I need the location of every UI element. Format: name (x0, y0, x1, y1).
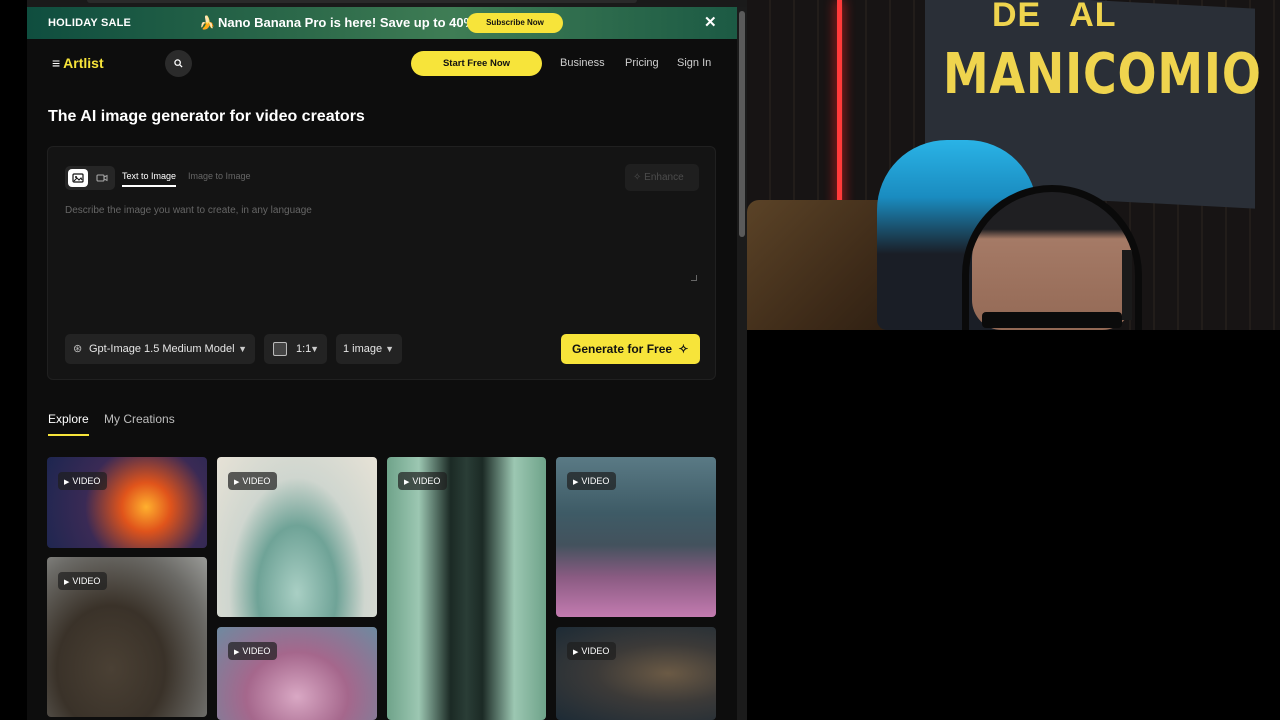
webcam-banner-word1: DE (992, 0, 1042, 34)
play-icon: ▶ (404, 479, 410, 486)
model-select-label: Gpt-Image 1.5 Medium Model (89, 343, 235, 355)
webcam-neon-light (837, 0, 842, 220)
nav-link-sign-in[interactable]: Sign In (677, 57, 711, 69)
browser-window: HOLIDAY SALE 🍌 Nano Banana Pro is here! … (27, 0, 747, 720)
play-icon: ▶ (573, 649, 579, 656)
enhance-label: Enhance (644, 172, 684, 183)
enhance-button[interactable]: ✧ Enhance (625, 164, 699, 191)
screen: HOLIDAY SALE 🍌 Nano Banana Pro is here! … (0, 0, 1280, 720)
sparkle-icon: ✧ (633, 172, 642, 183)
video-badge-label: VIDEO (581, 476, 610, 486)
video-camera-icon (96, 174, 108, 182)
top-nav: ≡ Artlist Start Free Now Business Pricing… (27, 39, 737, 87)
aspect-ratio-select[interactable]: 1:1 ▼ (264, 334, 327, 364)
tab-image-to-image[interactable]: Image to Image (188, 171, 251, 181)
artlist-logo[interactable]: ≡ Artlist (52, 55, 104, 71)
play-icon: ▶ (234, 649, 240, 656)
generate-label: Generate for Free (572, 342, 673, 356)
image-mode-option[interactable] (68, 169, 88, 187)
promo-banner: HOLIDAY SALE 🍌 Nano Banana Pro is here! … (27, 7, 737, 39)
square-ratio-icon (273, 342, 287, 356)
tab-text-to-image[interactable]: Text to Image (122, 171, 177, 187)
tab-my-creations[interactable]: My Creations (104, 412, 175, 426)
video-badge-label: VIDEO (581, 646, 610, 656)
logo-text: Artlist (63, 55, 104, 71)
sparkle-icon: ✧ (678, 342, 689, 356)
search-icon (174, 59, 183, 68)
page-title: The AI image generator for video creator… (48, 108, 365, 125)
generate-button[interactable]: Generate for Free ✧ (561, 334, 700, 364)
gallery-card-escalator[interactable]: ▶ VIDEO (387, 457, 546, 720)
chevron-down-icon: ▼ (385, 344, 394, 354)
page-scrollbar[interactable] (737, 7, 747, 720)
empty-canvas-area (747, 330, 1280, 720)
play-icon: ▶ (64, 479, 70, 486)
video-badge: ▶ VIDEO (567, 472, 617, 490)
video-badge-label: VIDEO (72, 576, 101, 586)
browser-top-strip (27, 0, 747, 7)
gallery-card-smoke[interactable]: ▶ VIDEO (556, 627, 716, 720)
model-icon: ⊛ (73, 343, 83, 355)
video-badge: ▶ VIDEO (567, 642, 617, 660)
image-count-select[interactable]: 1 image ▼ (336, 334, 402, 364)
scrollbar-thumb[interactable] (739, 11, 745, 237)
menu-icon[interactable]: ≡ (52, 55, 60, 71)
start-free-button[interactable]: Start Free Now (411, 51, 542, 76)
video-badge: ▶ VIDEO (398, 472, 448, 490)
gallery-card-cockpit[interactable]: ▶ VIDEO (217, 457, 377, 617)
search-button[interactable] (165, 50, 192, 77)
webcam-glasses (982, 312, 1122, 328)
image-icon (72, 173, 84, 183)
webcam-banner-line2: MANICOMIO (943, 42, 1262, 107)
model-select[interactable]: ⊛ Gpt-Image 1.5 Medium Model ▼ (65, 334, 255, 364)
browser-tab-bar (87, 0, 637, 3)
banana-icon: 🍌 (199, 15, 216, 30)
gallery-card-creature[interactable]: ▶ VIDEO (47, 557, 207, 717)
chevron-down-icon: ▼ (238, 344, 247, 354)
video-badge-label: VIDEO (412, 476, 441, 486)
gallery-card-mountain[interactable]: ▶ VIDEO (556, 457, 716, 617)
nav-link-business[interactable]: Business (560, 57, 605, 69)
play-icon: ▶ (234, 479, 240, 486)
video-badge: ▶ VIDEO (58, 472, 108, 490)
webcam-banner-word2: AL (1069, 0, 1117, 34)
gallery-card-crochet[interactable]: ▶ VIDEO (217, 627, 377, 720)
video-badge-label: VIDEO (242, 646, 271, 656)
video-badge-label: VIDEO (72, 476, 101, 486)
video-badge: ▶ VIDEO (228, 642, 278, 660)
nav-link-pricing[interactable]: Pricing (625, 57, 659, 69)
aspect-ratio-label: 1:1 (296, 343, 312, 355)
webcam-banner-line1: DE AL (992, 0, 1117, 35)
webcam-mic (1122, 250, 1132, 320)
chevron-down-icon: ▼ (310, 344, 319, 354)
video-mode-option[interactable] (92, 169, 112, 187)
resize-handle-icon[interactable] (691, 275, 697, 281)
play-icon: ▶ (64, 579, 70, 586)
video-badge: ▶ VIDEO (58, 572, 108, 590)
generator-panel: Text to Image Image to Image ✧ Enhance ⊛… (47, 146, 716, 380)
promo-message: Nano Banana Pro is here! Save up to 40% (218, 15, 476, 30)
video-badge: ▶ VIDEO (228, 472, 278, 490)
webcam-overlay: DE AL MANICOMIO (747, 0, 1280, 330)
tab-explore[interactable]: Explore (48, 412, 89, 436)
play-icon: ▶ (573, 479, 579, 486)
gallery-card-fire[interactable]: ▶ VIDEO (47, 457, 207, 548)
close-icon[interactable]: ✕ (704, 13, 717, 31)
subscribe-button[interactable]: Subscribe Now (467, 13, 563, 33)
prompt-input[interactable] (65, 205, 699, 285)
media-type-switch[interactable] (65, 166, 115, 190)
image-count-label: 1 image (343, 343, 383, 355)
promo-sale-label: HOLIDAY SALE (48, 17, 132, 29)
video-badge-label: VIDEO (242, 476, 271, 486)
